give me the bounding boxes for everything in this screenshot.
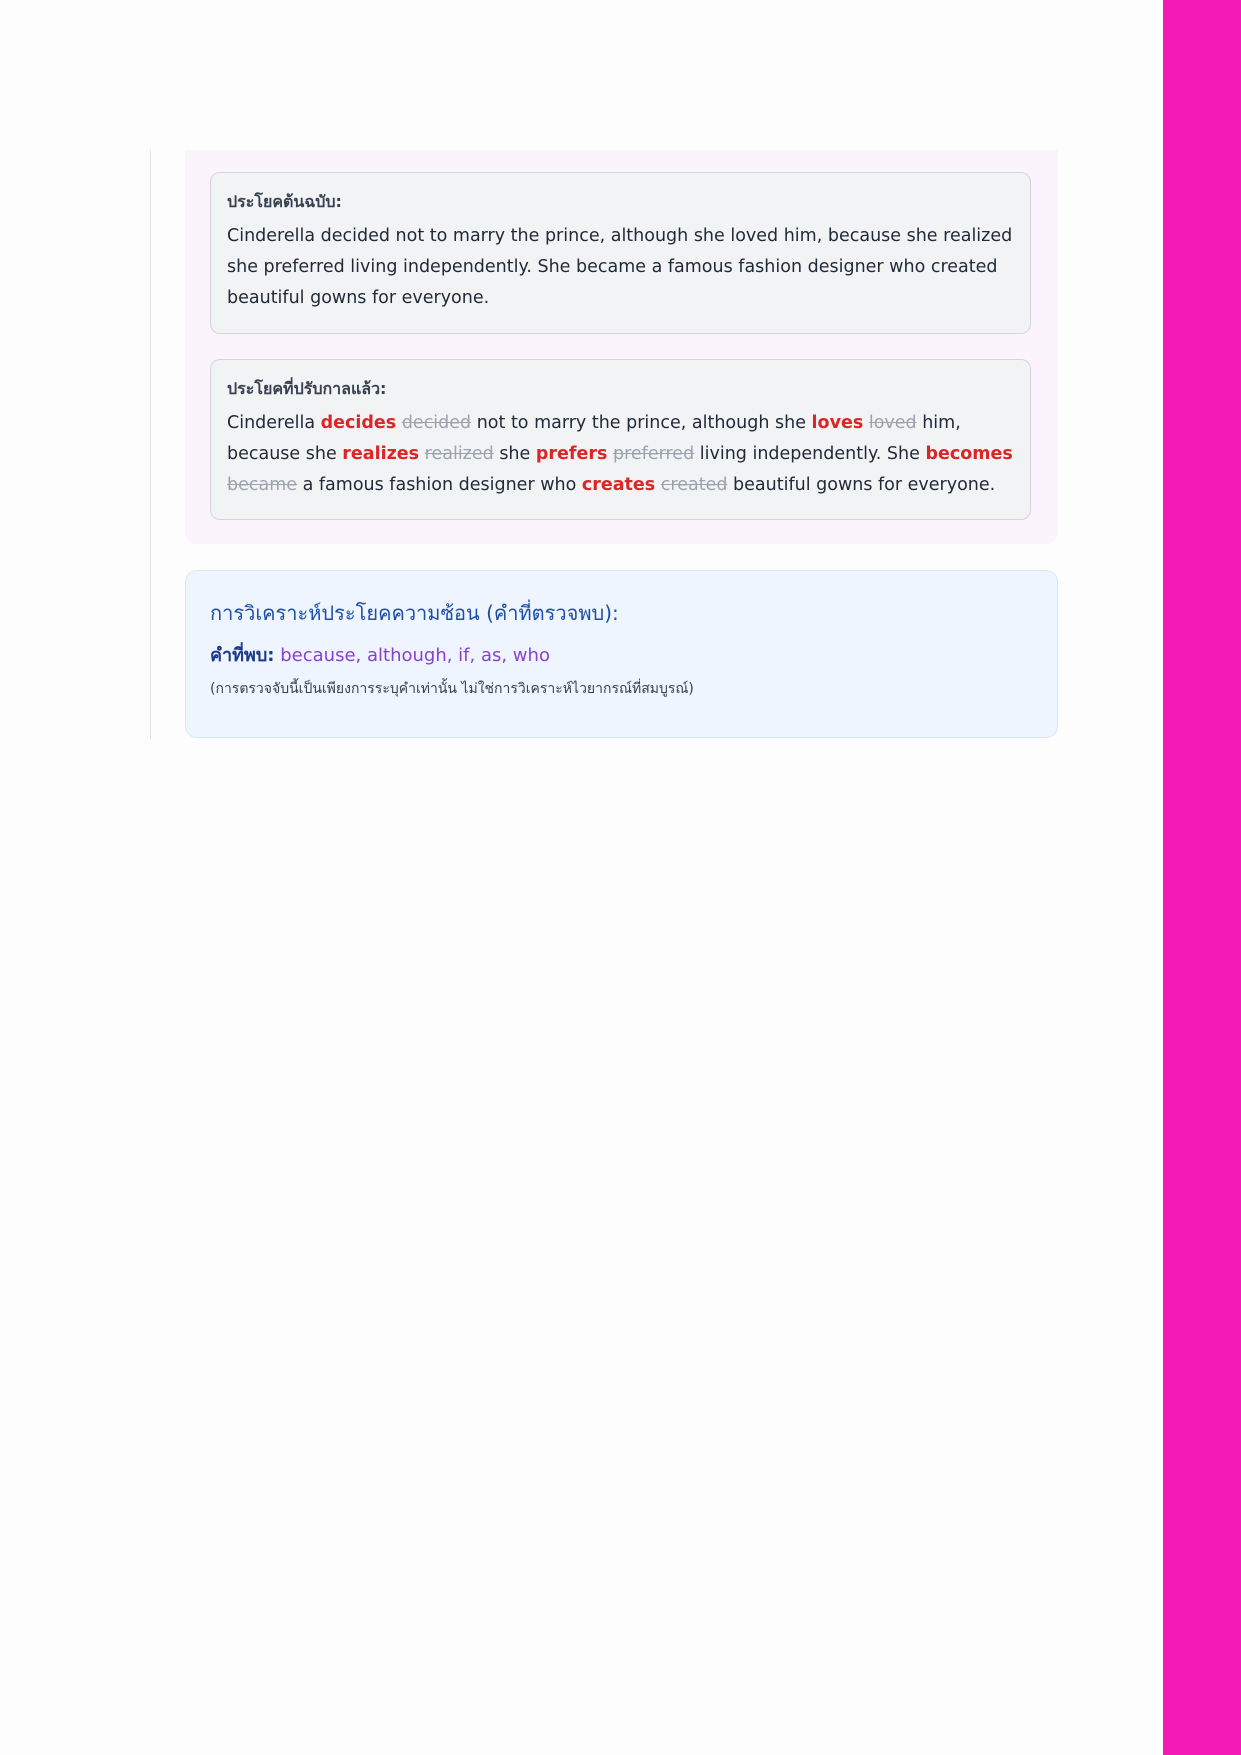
old-verb: preferred (613, 444, 695, 464)
adjusted-sentence-box: ประโยคที่ปรับกาลแล้ว: Cinderella decides… (210, 359, 1031, 520)
old-verb: became (227, 475, 298, 495)
right-accent-bar (1163, 0, 1241, 1755)
adjusted-sentence-label: ประโยคที่ปรับกาลแล้ว: (227, 379, 387, 398)
tense-conversion-card: ประโยคต้นฉบับ: Cinderella decided not to… (185, 150, 1058, 544)
sentence-segment: beautiful gowns for everyone. (727, 475, 996, 495)
old-verb: created (660, 475, 728, 495)
analysis-note: (การตรวจจับนี้เป็นเพียงการระบุคำเท่านั้น… (210, 681, 694, 697)
found-words-label: คำที่พบ: (210, 645, 275, 666)
new-verb: creates (581, 475, 656, 495)
found-words-list: because, although, if, as, who (280, 645, 550, 666)
new-verb: becomes (925, 444, 1013, 464)
sentence-segment: she (493, 444, 536, 464)
content-area: ประโยคต้นฉบับ: Cinderella decided not to… (150, 150, 1059, 739)
sentence-segment: Cinderella (227, 413, 321, 433)
new-verb: decides (320, 413, 397, 433)
original-sentence-box: ประโยคต้นฉบับ: Cinderella decided not to… (210, 172, 1031, 334)
old-verb: realized (424, 444, 494, 464)
sentence-segment: a famous fashion designer who (297, 475, 582, 495)
old-verb: loved (868, 413, 917, 433)
adjusted-sentence-text: Cinderella decides decided not to marry … (227, 408, 1014, 501)
new-verb: loves (811, 413, 864, 433)
old-verb: decided (401, 413, 472, 433)
new-verb: realizes (342, 444, 420, 464)
complex-sentence-analysis-card: การวิเคราะห์ประโยคความซ้อน (คำที่ตรวจพบ)… (185, 570, 1058, 738)
sentence-segment: not to marry the prince, although she (471, 413, 812, 433)
found-words-line: คำที่พบ: because, although, if, as, who (210, 643, 1033, 669)
new-verb: prefers (535, 444, 608, 464)
original-sentence-label: ประโยคต้นฉบับ: (227, 192, 342, 211)
analysis-title: การวิเคราะห์ประโยคความซ้อน (คำที่ตรวจพบ)… (210, 601, 619, 625)
sentence-segment: living independently. She (694, 444, 926, 464)
original-sentence-text: Cinderella decided not to marry the prin… (227, 226, 1013, 308)
